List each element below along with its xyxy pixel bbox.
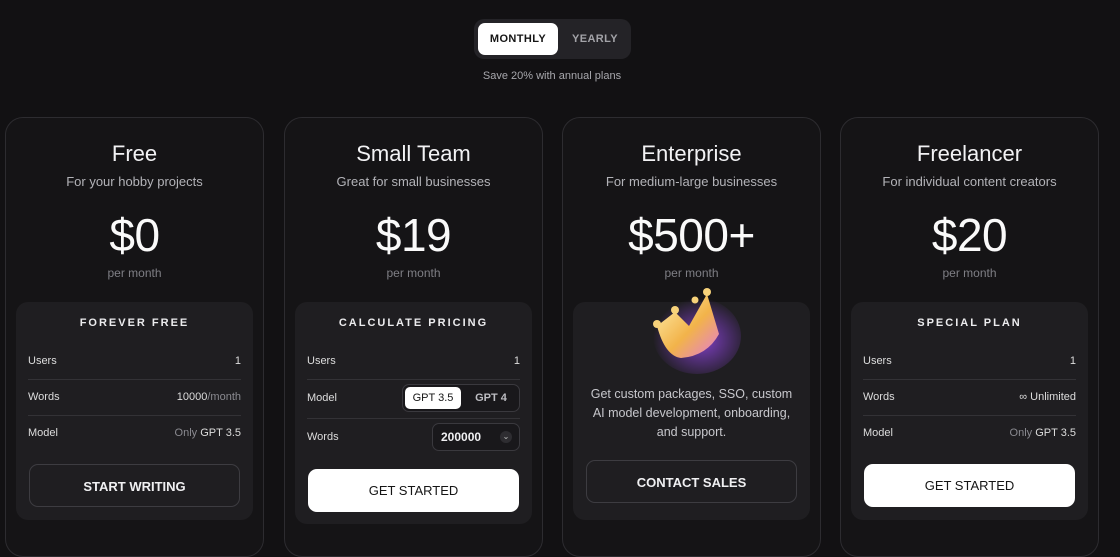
plan-price: $0 [109,209,160,261]
annual-savings-note: Save 20% with annual plans [482,70,622,82]
crown-icon [653,288,741,374]
model-option-gpt4[interactable]: GPT 4 [465,387,517,409]
users-row: Users 1 [863,343,1076,379]
plan-card-free: Free For your hobby projects $0 per mont… [5,117,264,557]
panel-heading: CALCULATE PRICING [338,317,489,329]
start-writing-button[interactable]: START WRITING [29,464,240,507]
model-prefix: Only [1009,427,1033,439]
words-select-value: 200000 [441,430,482,444]
users-label: Users [307,355,336,367]
pricing-calculator-panel: CALCULATE PRICING Users 1 Model GPT 3.5 … [295,302,532,524]
words-label: Words [28,391,60,403]
plan-price: $500+ [628,209,755,261]
model-option-gpt35[interactable]: GPT 3.5 [405,387,461,409]
model-label: Model [307,392,337,404]
billing-toggle: MONTHLY YEARLY [474,19,631,59]
plan-title: Freelancer [916,141,1023,166]
model-label: Model [28,427,58,439]
model-name: GPT 3.5 [1035,427,1076,439]
plan-period: per month [942,266,997,280]
plan-subtitle: For your hobby projects [66,174,203,189]
plan-card-small-team: Small Team Great for small businesses $1… [284,117,543,557]
chevron-down-icon: ⌄ [500,431,512,443]
plan-details-panel: SPECIAL PLAN Users 1 Words ∞ Unlimited M… [851,302,1088,520]
panel-heading: FOREVER FREE [79,317,190,329]
model-row: Model Only GPT 3.5 [28,415,241,451]
model-label: Model [863,427,893,439]
words-value: 10000/month [177,379,241,415]
users-row: Users 1 [28,343,241,379]
model-name: GPT 3.5 [200,427,241,439]
words-row: Words ∞ Unlimited [863,379,1076,415]
plan-price: $19 [375,209,452,261]
users-value: 1 [1069,355,1076,367]
words-select[interactable]: 200000 ⌄ [432,423,520,451]
words-row: Words 200000 ⌄ [307,419,520,455]
contact-sales-button[interactable]: CONTACT SALES [586,460,797,503]
model-selector: GPT 3.5 GPT 4 [402,384,520,412]
plan-title: Enterprise [641,141,742,166]
enterprise-description: Get custom packages, SSO, custom AI mode… [590,387,793,439]
panel-heading: SPECIAL PLAN [917,317,1022,329]
model-row: Model Only GPT 3.5 [863,415,1076,451]
plan-subtitle: For individual content creators [882,174,1057,189]
plan-period: per month [386,266,441,280]
plan-period: per month [664,266,719,280]
words-number: 10000 [176,391,208,403]
plan-title: Small Team [356,141,471,166]
enterprise-panel: Get custom packages, SSO, custom AI mode… [573,288,810,520]
get-started-button[interactable]: GET STARTED [864,464,1075,507]
model-value: Only GPT 3.5 [1010,415,1076,451]
words-row: Words 10000/month [28,379,241,415]
plan-price: $20 [931,209,1008,261]
plan-subtitle: Great for small businesses [336,174,491,189]
plan-subtitle: For medium-large businesses [605,174,778,189]
words-label: Words [307,431,339,443]
words-unit: /month [207,391,241,403]
plan-card-freelancer: Freelancer For individual content creato… [840,117,1099,557]
users-value: 1 [513,355,520,367]
plan-details-panel: FOREVER FREE Users 1 Words 10000/month M… [16,302,253,520]
plan-card-enterprise: Enterprise For medium-large businesses $… [562,117,821,557]
words-value: ∞ Unlimited [1019,391,1076,403]
words-label: Words [863,391,895,403]
users-row: Users 1 [307,343,520,379]
plan-title: Free [111,141,158,166]
plan-period: per month [107,266,162,280]
model-row: Model GPT 3.5 GPT 4 [307,380,520,416]
get-started-button[interactable]: GET STARTED [308,469,519,512]
users-label: Users [28,355,57,367]
model-value: Only GPT 3.5 [175,415,241,451]
users-value: 1 [234,355,241,367]
yearly-tab[interactable]: YEARLY [562,23,628,55]
monthly-tab[interactable]: MONTHLY [478,23,558,55]
model-prefix: Only [174,427,198,439]
users-label: Users [863,355,892,367]
